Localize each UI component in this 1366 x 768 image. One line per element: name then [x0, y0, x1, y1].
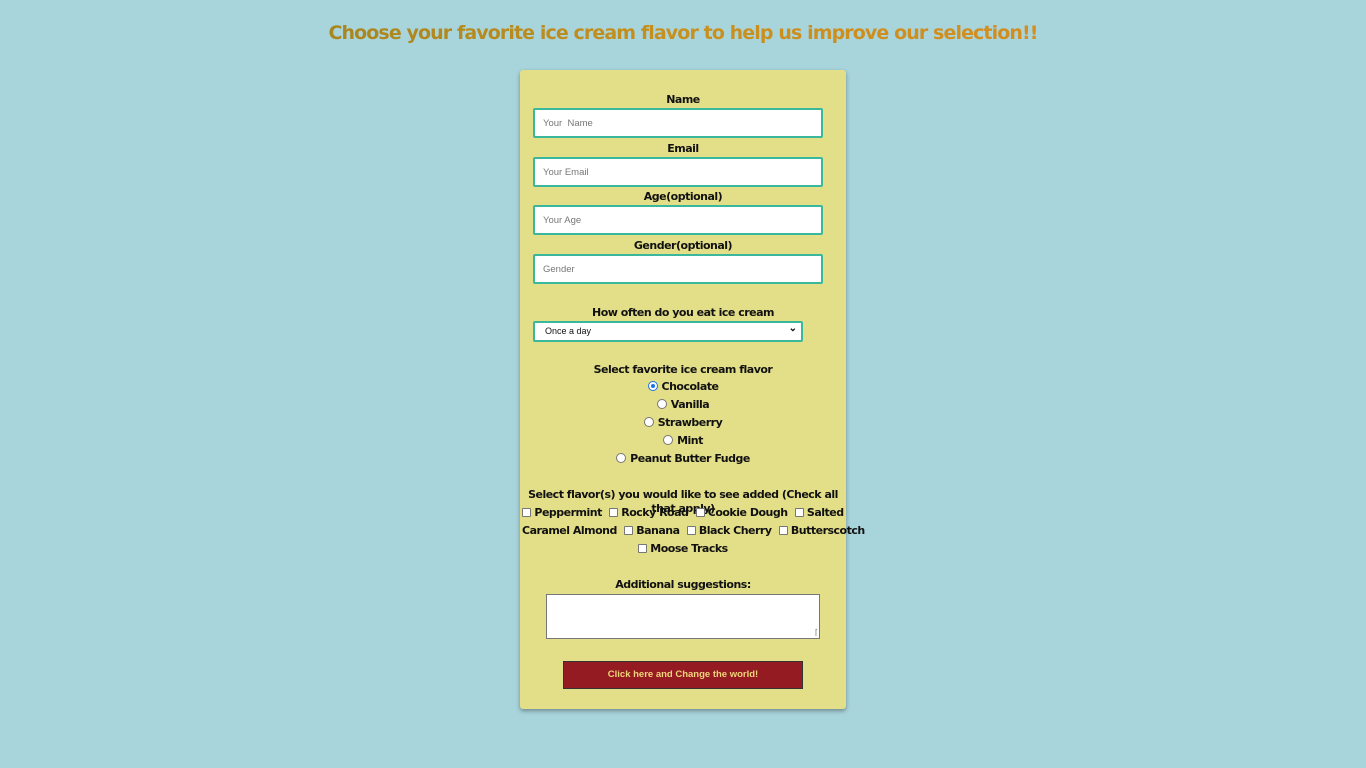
favorite-option-label: Chocolate [661, 380, 719, 393]
checkbox-icon[interactable] [778, 525, 788, 535]
added-flavors-row: Moose Tracks [520, 540, 846, 558]
added-option-moose-tracks[interactable]: Moose Tracks [638, 542, 728, 555]
favorite-option-label: Peanut Butter Fudge [630, 452, 750, 465]
added-option-banana[interactable]: Banana [624, 524, 680, 537]
frequency-select[interactable]: Once a day ⌄ [533, 321, 803, 342]
added-option-black-cherry[interactable]: Black Cherry [686, 524, 772, 537]
added-option-label: Black Cherry [698, 524, 772, 537]
added-option-butterscotch[interactable]: Butterscotch [778, 524, 865, 537]
age-input[interactable] [533, 205, 823, 235]
checkbox-icon[interactable] [794, 507, 804, 517]
checkbox-icon[interactable] [624, 525, 634, 535]
favorite-option-mint[interactable]: Mint [520, 433, 846, 449]
favorite-option-vanilla[interactable]: Vanilla [520, 397, 846, 413]
radio-icon[interactable] [643, 417, 654, 427]
checkbox-icon[interactable] [522, 507, 532, 517]
suggestions-textarea[interactable]: ⌈ [546, 594, 820, 639]
favorite-option-label: Mint [677, 434, 703, 447]
gender-input[interactable] [533, 254, 823, 284]
page-title: Choose your favorite ice cream flavor to… [0, 22, 1366, 44]
checkbox-icon[interactable] [609, 507, 619, 517]
added-option-label: Peppermint [534, 506, 602, 519]
checkbox-icon[interactable] [638, 543, 648, 553]
added-option-label: Banana [636, 524, 680, 537]
frequency-selected-value: Once a day [545, 326, 592, 336]
radio-selected-icon[interactable] [647, 381, 658, 391]
added-option-salted-caramel-almond[interactable]: Salted [794, 506, 844, 519]
radio-icon[interactable] [616, 453, 627, 463]
favorite-option-label: Vanilla [670, 398, 710, 411]
age-label: Age(optional) [643, 190, 723, 203]
favorite-option-strawberry[interactable]: Strawberry [520, 415, 846, 431]
chevron-down-icon: ⌄ [788, 323, 797, 334]
added-option-salted-caramel-almond-cont[interactable]: Caramel Almond [522, 524, 617, 537]
frequency-label: How often do you eat ice cream [592, 306, 774, 319]
name-input[interactable] [533, 108, 823, 138]
added-option-cookie-dough[interactable]: Cookie Dough [695, 506, 788, 519]
checkbox-icon[interactable] [695, 507, 705, 517]
checkbox-icon[interactable] [686, 525, 696, 535]
added-flavors-row: Caramel Almond Banana Black Cherry Butte… [520, 522, 865, 540]
added-option-label: Cookie Dough [707, 506, 788, 519]
favorite-label: Select favorite ice cream flavor [593, 363, 773, 376]
added-option-label: Butterscotch [790, 524, 865, 537]
submit-button[interactable]: Click here and Change the world! [563, 661, 803, 689]
suggestions-label: Additional suggestions: [615, 578, 751, 591]
email-input[interactable] [533, 157, 823, 187]
resize-handle-icon[interactable]: ⌈ [815, 629, 818, 637]
added-option-rocky-road[interactable]: Rocky Road [609, 506, 689, 519]
email-label: Email [667, 142, 699, 155]
name-label: Name [666, 93, 700, 106]
radio-icon[interactable] [656, 399, 667, 409]
favorite-option-chocolate[interactable]: Chocolate [520, 379, 846, 395]
added-option-label: Moose Tracks [650, 542, 728, 555]
favorite-option-label: Strawberry [657, 416, 723, 429]
added-option-peppermint[interactable]: Peppermint [522, 506, 602, 519]
survey-form: Name Email Age(optional) Gender(optional… [520, 70, 865, 709]
gender-label: Gender(optional) [633, 239, 733, 252]
radio-icon[interactable] [663, 435, 674, 445]
added-flavors-row: Peppermint Rocky Road Cookie Dough Salte… [520, 504, 846, 522]
added-option-label: Rocky Road [621, 506, 689, 519]
favorite-option-peanut-butter-fudge[interactable]: Peanut Butter Fudge [520, 451, 846, 467]
